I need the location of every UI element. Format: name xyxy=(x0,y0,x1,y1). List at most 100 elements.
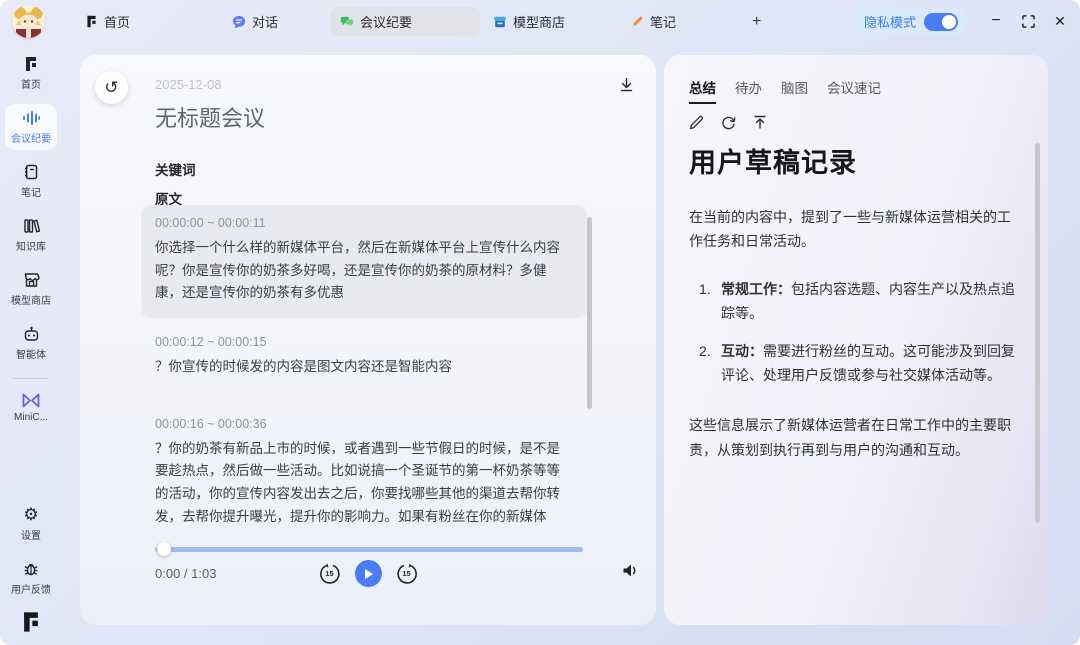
speaker-icon xyxy=(622,563,638,578)
skip-back-15-button[interactable]: 15 xyxy=(319,563,341,585)
user-avatar[interactable] xyxy=(12,5,45,38)
sidebar-item-notes[interactable]: 笔记 xyxy=(5,158,57,204)
sidebar-item-settings[interactable]: ⚙ 设置 xyxy=(5,500,57,547)
slider-thumb[interactable] xyxy=(157,542,171,556)
summary-outro: 这些信息展示了新媒体运营者在日常工作中的主要职责，从策划到执行再到与用户的沟通和… xyxy=(689,413,1021,461)
tab-home[interactable]: 首页 xyxy=(75,7,140,36)
transcript-segment[interactable]: 00:00:12 ~ 00:00:15 ？你宣传的时候发的内容是图文内容还是智能… xyxy=(141,324,587,392)
list-item: 2. 互动：需要进行粉丝的互动。这可能涉及到回复评论、处理用户反馈或参与社交媒体… xyxy=(699,339,1021,387)
summary-heading: 用户草稿记录 xyxy=(689,141,857,180)
avatar-image xyxy=(12,5,45,38)
transcript-scrollbar[interactable] xyxy=(587,217,592,409)
maximize-icon xyxy=(1022,15,1035,28)
tab-notes[interactable]: 笔记 xyxy=(620,7,686,36)
topbar: 首页 对话 会议纪要 模型商店 xyxy=(0,0,1080,42)
books-icon xyxy=(23,218,40,234)
regenerate-button[interactable] xyxy=(721,115,736,130)
segment-text: 你选择一个什么样的新媒体平台，然后在新媒体平台上宣传什么内容呢？你是宣传你的奶茶… xyxy=(155,237,573,305)
brand-f-logo-icon xyxy=(20,611,42,633)
tab-home-label: 首页 xyxy=(104,12,130,31)
download-icon xyxy=(619,77,634,93)
summary-scrollbar[interactable] xyxy=(1035,143,1040,523)
list-item-text: 需要进行粉丝的互动。这可能涉及到回复评论、处理用户反馈或参与社交媒体活动等。 xyxy=(721,343,1015,383)
segment-timestamp: 00:00:16 ~ 00:00:36 xyxy=(155,417,573,431)
tab-model-store[interactable]: 模型商店 xyxy=(483,7,575,36)
tab-todo[interactable]: 待办 xyxy=(735,77,762,104)
close-button[interactable]: ✕ xyxy=(1046,8,1074,34)
sidebar-item-knowledge-base[interactable]: 知识库 xyxy=(5,212,57,258)
minimize-button[interactable]: − xyxy=(982,8,1010,34)
skip-forward-15-button[interactable]: 15 xyxy=(396,563,418,585)
sidebar-item-label: 模型商店 xyxy=(11,292,51,307)
list-item-number: 2. xyxy=(699,339,721,387)
download-button[interactable] xyxy=(619,77,634,93)
sidebar-item-agents[interactable]: 智能体 xyxy=(5,320,57,366)
sidebar-item-label: MiniC... xyxy=(14,412,48,423)
new-tab-button[interactable]: + xyxy=(752,7,761,36)
plus-icon: + xyxy=(752,13,761,31)
tab-shorthand[interactable]: 会议速记 xyxy=(827,77,881,104)
tab-mindmap[interactable]: 脑图 xyxy=(781,77,808,104)
export-button[interactable] xyxy=(753,115,767,130)
tab-notes-label: 笔记 xyxy=(650,12,676,31)
volume-button[interactable] xyxy=(622,563,638,578)
back-icon: ↺ xyxy=(104,78,118,98)
keywords-label: 关键词 xyxy=(155,159,196,179)
skip-back-arc-icon xyxy=(319,563,341,585)
robot-icon xyxy=(23,326,40,342)
bug-icon xyxy=(23,561,39,577)
tab-meeting-notes-label: 会议纪要 xyxy=(360,12,412,31)
tab-summary[interactable]: 总结 xyxy=(689,77,716,104)
sidebar-item-label: 设置 xyxy=(21,527,41,542)
upload-icon xyxy=(753,115,767,130)
chat-bubble-icon xyxy=(232,15,246,29)
sidebar-item-label: 智能体 xyxy=(16,346,46,361)
summary-toolbar xyxy=(689,115,767,130)
sidebar-item-label: 会议纪要 xyxy=(11,130,51,145)
list-item-label: 互动： xyxy=(721,343,763,359)
sidebar-item-minicpm[interactable]: MiniC... xyxy=(5,387,57,428)
segment-timestamp: 00:00:12 ~ 00:00:15 xyxy=(155,335,573,349)
transcript-segment[interactable]: 00:00:00 ~ 00:00:11 你选择一个什么样的新媒体平台，然后在新媒… xyxy=(141,205,587,318)
sidebar-item-meeting-notes[interactable]: 会议纪要 xyxy=(5,104,57,150)
maximize-button[interactable] xyxy=(1014,8,1042,34)
play-button[interactable] xyxy=(355,560,382,587)
list-item: 1. 常规工作：包括内容选题、内容生产以及热点追踪等。 xyxy=(699,277,1021,325)
skip-forward-arc-icon xyxy=(396,563,418,585)
sidebar-item-home[interactable]: 首页 xyxy=(5,50,57,96)
sidebar-item-label: 笔记 xyxy=(21,184,41,199)
store-icon xyxy=(23,272,40,288)
summary-body: 在当前的内容中，提到了一些与新媒体运营相关的工作任务和日常活动。 1. 常规工作… xyxy=(689,205,1021,462)
privacy-mode-label: 隐私模式 xyxy=(864,12,916,31)
list-item-number: 1. xyxy=(699,277,721,325)
sidebar: 首页 会议纪要 笔记 xyxy=(0,42,62,645)
sidebar-divider xyxy=(13,378,49,379)
audio-progress-slider[interactable] xyxy=(155,547,583,552)
app-logo xyxy=(20,611,42,633)
segment-text: ？你宣传的时候发的内容是图文内容还是智能内容 xyxy=(155,356,573,379)
meeting-chat-icon xyxy=(340,15,354,29)
privacy-mode-pill[interactable]: 隐私模式 xyxy=(852,8,966,35)
segment-timestamp: 00:00:00 ~ 00:00:11 xyxy=(155,216,573,230)
minimize-icon: − xyxy=(991,12,1000,30)
back-button[interactable]: ↺ xyxy=(95,71,128,104)
meeting-title[interactable]: 无标题会议 xyxy=(155,101,265,133)
sidebar-item-label: 首页 xyxy=(21,76,41,91)
sidebar-item-label: 知识库 xyxy=(16,238,46,253)
sidebar-item-model-store[interactable]: 模型商店 xyxy=(5,266,57,312)
close-icon: ✕ xyxy=(1054,13,1066,30)
meeting-detail-panel: ↺ 2025-12-08 无标题会议 关键词 原文 00:00:00 ~ 00:… xyxy=(80,55,656,625)
tab-meeting-notes[interactable]: 会议纪要 xyxy=(330,7,480,36)
sidebar-item-feedback[interactable]: 用户反馈 xyxy=(5,555,57,601)
summary-list: 1. 常规工作：包括内容选题、内容生产以及热点追踪等。 2. 互动：需要进行粉丝… xyxy=(689,277,1021,387)
waveform-icon xyxy=(22,110,40,126)
minicpm-bow-icon xyxy=(22,393,40,408)
meeting-date: 2025-12-08 xyxy=(155,77,222,92)
privacy-toggle[interactable] xyxy=(924,13,958,31)
sidebar-item-label: 用户反馈 xyxy=(11,581,51,596)
store-icon xyxy=(493,15,507,29)
edit-button[interactable] xyxy=(689,115,704,130)
transcript-segment[interactable]: 00:00:16 ~ 00:00:36 ？你的奶茶有新品上市的时候，或者遇到一些… xyxy=(141,406,587,542)
player-controls: 15 15 xyxy=(80,560,656,587)
tab-chat[interactable]: 对话 xyxy=(222,7,288,36)
